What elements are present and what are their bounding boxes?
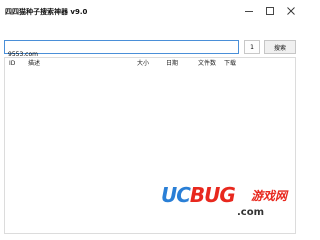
window-title: 四四猫种子搜索神器 v9.0 bbox=[5, 8, 88, 16]
watermark-domain: .com bbox=[237, 207, 265, 218]
column-header-file-count[interactable]: 文件数 bbox=[198, 60, 216, 68]
watermark-chinese-text: 游戏网 bbox=[251, 189, 288, 203]
close-button[interactable] bbox=[279, 3, 303, 19]
search-input-box[interactable] bbox=[4, 40, 239, 61]
maximize-icon bbox=[266, 7, 274, 15]
column-header-id[interactable]: ID bbox=[9, 60, 15, 68]
minimize-icon bbox=[245, 11, 253, 12]
site-watermark: UCBUG 游戏网 .com bbox=[161, 179, 297, 237]
column-header-date[interactable]: 日期 bbox=[166, 60, 178, 68]
column-header-description[interactable]: 描述 bbox=[28, 60, 40, 68]
page-number-field[interactable]: 1 bbox=[244, 40, 260, 54]
column-header-size[interactable]: 大小 bbox=[137, 60, 149, 68]
watermark-logo-uc: UC bbox=[161, 183, 191, 207]
column-header-download[interactable]: 下载 bbox=[224, 60, 236, 68]
search-button[interactable]: 搜索 bbox=[264, 40, 296, 54]
title-bar[interactable]: 四四猫种子搜索神器 v9.0 bbox=[0, 0, 300, 24]
app-window: 四四猫种子搜索神器 v9.0 1 搜索 ID 描述 大小 日期 文件数 下载 bbox=[0, 0, 300, 240]
watermark-logo-bug: BUG bbox=[189, 183, 236, 207]
close-icon bbox=[287, 7, 295, 15]
watermark-logo: UCBUG bbox=[161, 183, 236, 207]
